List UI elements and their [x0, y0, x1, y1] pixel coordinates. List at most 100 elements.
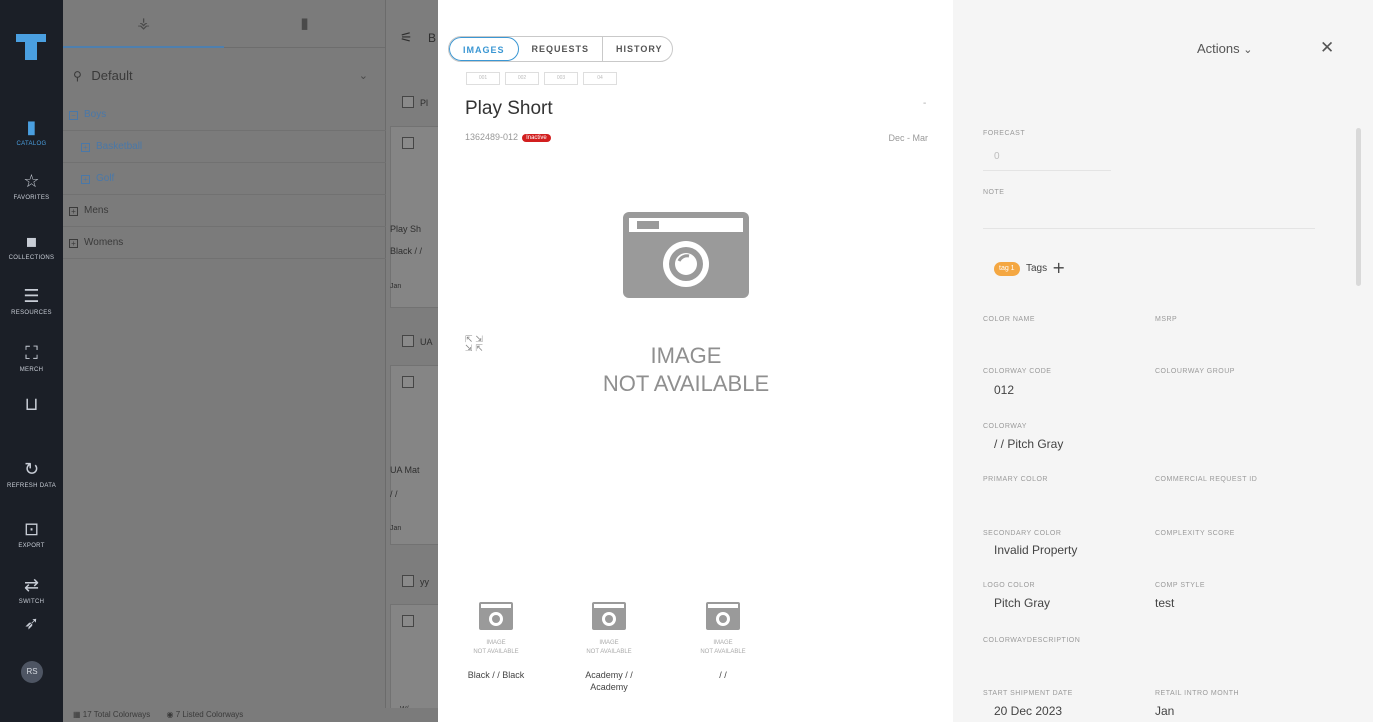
- product-card[interactable]: [390, 365, 438, 545]
- note-input[interactable]: [983, 228, 1315, 229]
- nav-cart[interactable]: ⊔: [0, 395, 63, 415]
- colorway-thumb[interactable]: IMAGE NOT AVAILABLE Black / / Black: [451, 602, 541, 681]
- row-checkbox[interactable]: [402, 575, 414, 587]
- camera-icon: [623, 212, 749, 298]
- card-season: Jan: [390, 283, 402, 290]
- camera-icon: [592, 602, 626, 630]
- camera-icon: [479, 602, 513, 630]
- view-chip[interactable]: 04: [583, 72, 617, 85]
- actions-menu[interactable]: Actions ⌄: [1197, 41, 1252, 56]
- filter-icon[interactable]: ⚟: [400, 30, 413, 46]
- export-icon: ⊡: [23, 519, 40, 540]
- tree-tabs: ⚶ ▮: [63, 0, 385, 48]
- nav-catalog[interactable]: ▮ CATALOG: [0, 117, 63, 148]
- nav-refresh-data[interactable]: ↻ REFRESH DATA: [0, 459, 63, 490]
- add-tag-icon[interactable]: +: [1052, 258, 1065, 277]
- nav-merch[interactable]: ⛶ MERCH: [0, 343, 63, 374]
- list-item[interactable]: UA: [420, 337, 433, 347]
- nav-collections[interactable]: ▪ COLLECTIONS: [0, 231, 63, 262]
- eye-icon: ◉: [166, 710, 174, 719]
- divider: [983, 170, 1111, 171]
- title-dash: -: [923, 98, 927, 109]
- retail-intro-month-value: Jan: [1155, 704, 1175, 718]
- catalog-tree-panel: ⚶ ▮ ⚲ Default ⌄ − Boys + Basketball + Golf …: [63, 0, 386, 722]
- product-card[interactable]: [390, 604, 438, 722]
- star-icon: ☆: [23, 171, 40, 192]
- rocket-icon: ➶: [23, 613, 40, 634]
- colorway-value: / / Pitch Gray: [994, 437, 1064, 451]
- nav-favorites[interactable]: ☆ FAVORITES: [0, 171, 63, 202]
- cart-icon: ⊔: [24, 394, 39, 415]
- product-attributes-panel: Actions ⌄ ✕ FORECAST 0 NOTE tag 1 Tags +…: [953, 0, 1373, 722]
- view-chip[interactable]: 002: [505, 72, 539, 85]
- row-checkbox[interactable]: [402, 335, 414, 347]
- scan-icon: ⛶: [25, 343, 38, 364]
- total-colorways: 17 Total Colorways: [82, 710, 151, 719]
- secondary-color-label: SECONDARY COLOR: [983, 530, 1062, 537]
- tab-hierarchy[interactable]: ⚶: [63, 0, 224, 48]
- view-chip[interactable]: 003: [544, 72, 578, 85]
- row-checkbox[interactable]: [402, 96, 414, 108]
- tab-bookmarks[interactable]: ▮: [224, 0, 385, 48]
- bookmark-icon: ▮: [300, 14, 309, 32]
- colorway-code-label: COLORWAY CODE: [983, 368, 1052, 375]
- card-title: Play Sh: [390, 224, 422, 234]
- status-bar: ▦ 17 Total Colorways ◉ 7 Listed Colorway…: [63, 708, 438, 722]
- forecast-label: FORECAST: [983, 130, 1026, 137]
- card-season: Jan: [390, 525, 402, 532]
- forecast-input[interactable]: 0: [994, 151, 1000, 162]
- colorway-thumb[interactable]: IMAGE NOT AVAILABLE Academy / / Academy: [564, 602, 654, 693]
- camera-icon: [706, 602, 740, 630]
- tab-images[interactable]: IMAGES: [449, 37, 519, 61]
- scrollbar[interactable]: [1356, 128, 1361, 286]
- start-shipment-date-value: 20 Dec 2023: [994, 704, 1063, 718]
- card-checkbox[interactable]: [402, 137, 414, 149]
- start-shipment-date-label: START SHIPMENT DATE: [983, 690, 1073, 697]
- tree-item-boys[interactable]: − Boys: [63, 99, 386, 131]
- grid-icon: ▦: [73, 710, 81, 719]
- season-range: Dec - Mar: [888, 133, 928, 143]
- expand-icon[interactable]: ⇱ ⇲ ⇲ ⇱: [465, 336, 485, 356]
- logo-color-value: Pitch Gray: [994, 596, 1051, 610]
- product-detail-images: IMAGES REQUESTS HISTORY 001 002 003 04 P…: [438, 0, 953, 722]
- tag-badge[interactable]: tag 1: [994, 262, 1020, 276]
- expand-icon: +: [69, 239, 78, 248]
- card-title: UA Mat: [390, 465, 420, 475]
- tab-requests[interactable]: REQUESTS: [519, 37, 604, 61]
- avatar[interactable]: RS: [21, 661, 43, 683]
- close-icon[interactable]: ✕: [1320, 38, 1334, 58]
- refresh-icon: ↻: [23, 459, 40, 480]
- tree-item-basketball[interactable]: + Basketball: [63, 131, 386, 163]
- product-code: 1362489-012 Inactive: [465, 132, 551, 142]
- card-checkbox[interactable]: [402, 376, 414, 388]
- book-icon: ▮: [26, 117, 37, 138]
- view-chip[interactable]: 001: [466, 72, 500, 85]
- tree-item-golf[interactable]: + Golf: [63, 163, 386, 195]
- retail-intro-month-label: RETAIL INTRO MONTH: [1155, 690, 1240, 697]
- colorway-thumb[interactable]: IMAGE NOT AVAILABLE / /: [678, 602, 768, 681]
- app-logo[interactable]: [16, 34, 46, 60]
- tree-item-womens[interactable]: + Womens: [63, 227, 386, 259]
- nav-export[interactable]: ⊡ EXPORT: [0, 519, 63, 550]
- primary-color-label: PRIMARY COLOR: [983, 476, 1048, 483]
- tags-label: Tags: [1026, 263, 1048, 274]
- status-badge: Inactive: [522, 134, 551, 142]
- colorway-description-label: COLORWAYDESCRIPTION: [983, 637, 1081, 644]
- hierarchy-icon: ⚶: [137, 14, 150, 32]
- list-header: B: [428, 31, 437, 45]
- nav-switch[interactable]: ⇄ SWITCH: [0, 576, 63, 606]
- commercial-request-id-label: COMMERCIAL REQUEST ID: [1155, 476, 1258, 483]
- card-checkbox[interactable]: [402, 615, 414, 627]
- logo-color-label: LOGO COLOR: [983, 582, 1036, 589]
- folder-icon: ▪: [25, 231, 38, 252]
- product-card[interactable]: [390, 126, 438, 308]
- hierarchy-select[interactable]: ⚲ Default ⌄: [73, 62, 378, 90]
- list-item[interactable]: Pl: [420, 98, 428, 108]
- tab-history[interactable]: HISTORY: [603, 37, 672, 61]
- list-item[interactable]: yy: [420, 577, 429, 587]
- nav-resources[interactable]: ☰ RESOURCES: [0, 287, 63, 317]
- collapse-icon: −: [69, 111, 78, 120]
- nav-rocket[interactable]: ➶: [0, 614, 63, 634]
- chevron-down-icon: ⌄: [358, 70, 368, 82]
- tree-item-mens[interactable]: + Mens: [63, 195, 386, 227]
